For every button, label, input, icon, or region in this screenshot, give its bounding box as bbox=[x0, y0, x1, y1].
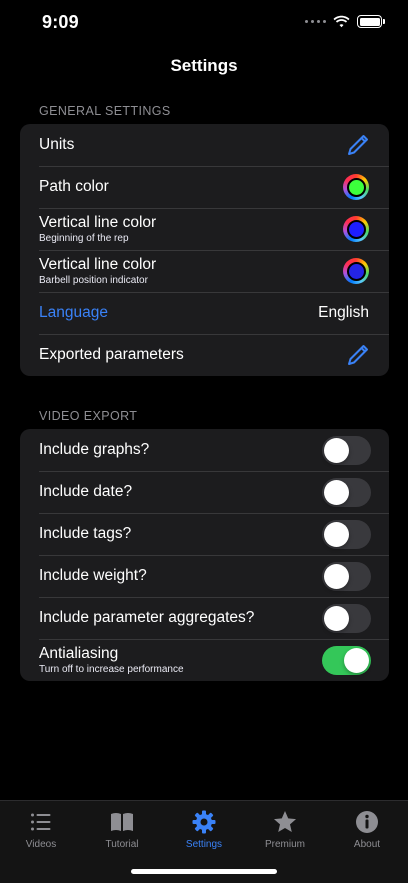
video-export-group: Include graphs? Include date? Include ta… bbox=[20, 429, 389, 681]
home-indicator[interactable] bbox=[131, 869, 277, 874]
include-parameter-aggregates-row: Include parameter aggregates? bbox=[20, 597, 389, 639]
row-label: Path color bbox=[39, 178, 109, 195]
row-label: Exported parameters bbox=[39, 346, 184, 363]
include-tags-toggle[interactable] bbox=[322, 520, 371, 549]
signal-icon bbox=[305, 20, 326, 23]
tab-about[interactable]: About bbox=[332, 809, 402, 850]
pencil-icon[interactable] bbox=[345, 132, 371, 158]
vertical-line-color-row-2[interactable]: Vertical line color Barbell position ind… bbox=[20, 250, 389, 292]
status-bar: 9:09 bbox=[0, 0, 408, 46]
color-well-vertical-line-barbell[interactable] bbox=[343, 258, 369, 284]
include-parameter-aggregates-toggle[interactable] bbox=[322, 604, 371, 633]
list-icon bbox=[31, 813, 51, 831]
color-swatch bbox=[346, 177, 366, 197]
star-icon bbox=[274, 811, 296, 832]
path-color-row[interactable]: Path color bbox=[20, 166, 389, 208]
row-sublabel: Beginning of the rep bbox=[39, 233, 129, 244]
language-row[interactable]: Language English bbox=[20, 292, 389, 334]
section-header-video-export: VIDEO EXPORT bbox=[39, 409, 138, 423]
gear-icon bbox=[192, 810, 216, 834]
info-icon bbox=[356, 811, 378, 833]
row-label: Include parameter aggregates? bbox=[39, 609, 255, 626]
include-weight-row: Include weight? bbox=[20, 555, 389, 597]
color-swatch bbox=[346, 219, 366, 239]
include-weight-toggle[interactable] bbox=[322, 562, 371, 591]
antialiasing-row: Antialiasing Turn off to increase perfor… bbox=[20, 639, 389, 681]
tab-label: About bbox=[353, 839, 381, 850]
row-label: Include tags? bbox=[39, 525, 132, 542]
row-label: Vertical line color bbox=[39, 214, 157, 231]
tab-tutorial[interactable]: Tutorial bbox=[87, 809, 157, 850]
tab-label: Tutorial bbox=[105, 839, 139, 850]
include-date-row: Include date? bbox=[20, 471, 389, 513]
vertical-line-color-row-1[interactable]: Vertical line color Beginning of the rep bbox=[20, 208, 389, 250]
wifi-icon bbox=[333, 15, 350, 28]
row-sublabel: Turn off to increase performance bbox=[39, 664, 184, 675]
tab-label: Premium bbox=[264, 839, 305, 850]
include-date-toggle[interactable] bbox=[322, 478, 371, 507]
row-label: Include date? bbox=[39, 483, 133, 500]
language-value: English bbox=[318, 304, 369, 321]
include-tags-row: Include tags? bbox=[20, 513, 389, 555]
page-title: Settings bbox=[170, 56, 238, 75]
row-label: Antialiasing bbox=[39, 645, 119, 662]
battery-icon bbox=[357, 15, 385, 28]
tab-premium[interactable]: Premium bbox=[250, 809, 320, 850]
antialiasing-toggle[interactable] bbox=[322, 646, 371, 675]
row-label: Units bbox=[39, 136, 75, 153]
section-header-general: GENERAL SETTINGS bbox=[39, 104, 171, 118]
tab-videos[interactable]: Videos bbox=[6, 809, 76, 850]
book-icon bbox=[111, 813, 133, 831]
units-row[interactable]: Units bbox=[20, 124, 389, 166]
color-well-path[interactable] bbox=[343, 174, 369, 200]
tab-label: Settings bbox=[185, 839, 223, 850]
row-label: Vertical line color bbox=[39, 256, 157, 273]
tab-label: Videos bbox=[25, 839, 57, 850]
include-graphs-row: Include graphs? bbox=[20, 429, 389, 471]
tab-settings[interactable]: Settings bbox=[169, 809, 239, 850]
exported-parameters-row[interactable]: Exported parameters bbox=[20, 334, 389, 376]
row-sublabel: Barbell position indicator bbox=[39, 275, 148, 286]
row-label[interactable]: Language bbox=[39, 304, 108, 322]
status-icons bbox=[305, 15, 385, 28]
color-well-vertical-line-start[interactable] bbox=[343, 216, 369, 242]
color-swatch bbox=[346, 261, 366, 281]
status-time: 9:09 bbox=[42, 12, 79, 32]
row-label: Include weight? bbox=[39, 567, 147, 584]
general-settings-group: Units Path color Vertical line color Beg… bbox=[20, 124, 389, 376]
pencil-icon[interactable] bbox=[345, 342, 371, 368]
include-graphs-toggle[interactable] bbox=[322, 436, 371, 465]
row-label: Include graphs? bbox=[39, 441, 150, 458]
